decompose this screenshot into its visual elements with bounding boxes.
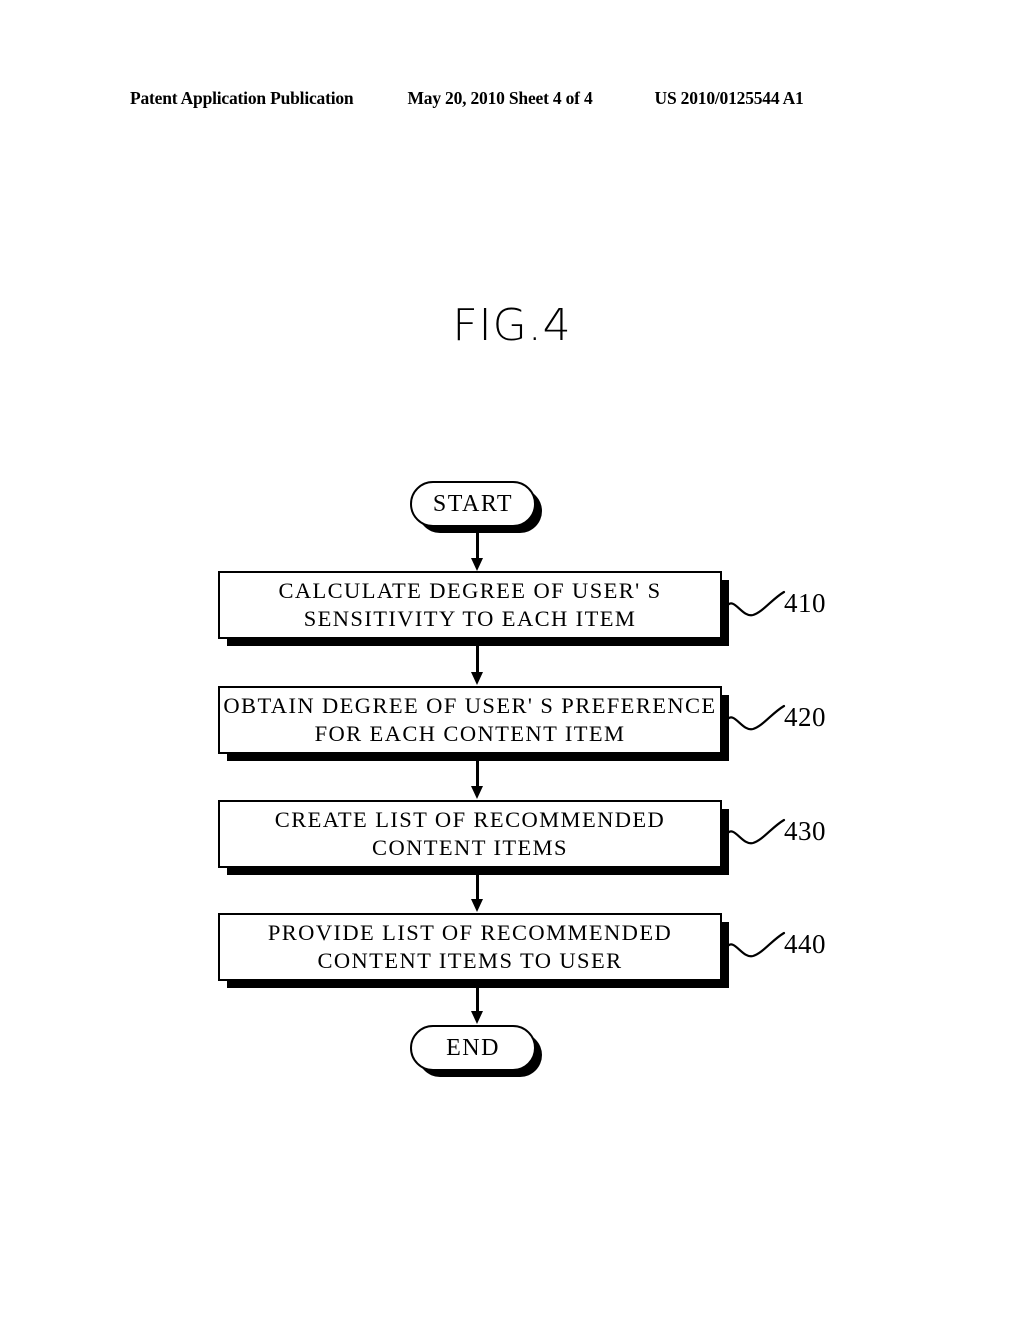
connector-420-to-430 (471, 754, 483, 800)
arrowhead-icon (471, 1011, 483, 1024)
process-box-430-line2: CONTENT ITEMS (372, 835, 568, 860)
process-box-430-line1: CREATE LIST OF RECOMMENDED (274, 807, 666, 832)
process-box-440-line1: PROVIDE LIST OF RECOMMENDED (267, 920, 673, 945)
reference-numeral-430-group: 430 (726, 811, 906, 857)
leader-line-430 (726, 818, 786, 845)
process-box-420: OBTAIN DEGREE OF USER' S PREFERENCE FOR … (218, 686, 722, 754)
end-terminal-label: END (446, 1034, 500, 1061)
reference-numeral-440-group: 440 (726, 924, 906, 970)
reference-numeral-410: 410 (784, 588, 826, 618)
process-box-410: CALCULATE DEGREE OF USER' S SENSITIVITY … (218, 571, 722, 639)
flowchart-diagram: START CALCULATE DEGREE OF USER' S SENSIT… (0, 0, 1024, 1320)
reference-numeral-420-group: 420 (726, 697, 906, 743)
leader-line-410 (726, 590, 786, 617)
process-box-410-line2: SENSITIVITY TO EACH ITEM (303, 606, 637, 631)
reference-numeral-420: 420 (784, 702, 826, 732)
process-box-430: CREATE LIST OF RECOMMENDED CONTENT ITEMS (218, 800, 722, 868)
reference-numeral-440: 440 (784, 929, 826, 959)
arrowhead-icon (471, 786, 483, 799)
process-box-420-line1: OBTAIN DEGREE OF USER' S PREFERENCE (223, 693, 717, 718)
leader-line-420 (726, 704, 786, 731)
arrowhead-icon (471, 672, 483, 685)
connector-430-to-440 (471, 868, 483, 913)
connector-start-to-410 (471, 527, 483, 571)
connector-stem (476, 754, 479, 788)
connector-stem (476, 981, 479, 1013)
arrowhead-icon (471, 899, 483, 912)
connector-410-to-420 (471, 639, 483, 686)
start-terminal-label: START (432, 490, 514, 517)
leader-line-440 (726, 931, 786, 958)
process-box-410-line1: CALCULATE DEGREE OF USER' S (278, 578, 662, 603)
process-box-420-line2: FOR EACH CONTENT ITEM (314, 721, 626, 746)
process-box-440: PROVIDE LIST OF RECOMMENDED CONTENT ITEM… (218, 913, 722, 981)
flowchart-start-terminal: START (410, 481, 536, 527)
connector-stem (476, 639, 479, 674)
reference-numeral-410-group: 410 (726, 583, 906, 629)
reference-numeral-430: 430 (784, 816, 826, 846)
connector-440-to-end (471, 981, 483, 1025)
arrowhead-icon (471, 558, 483, 571)
flowchart-end-terminal: END (410, 1025, 536, 1071)
process-box-440-line2: CONTENT ITEMS TO USER (317, 948, 623, 973)
connector-stem (476, 868, 479, 901)
connector-stem (476, 527, 479, 560)
